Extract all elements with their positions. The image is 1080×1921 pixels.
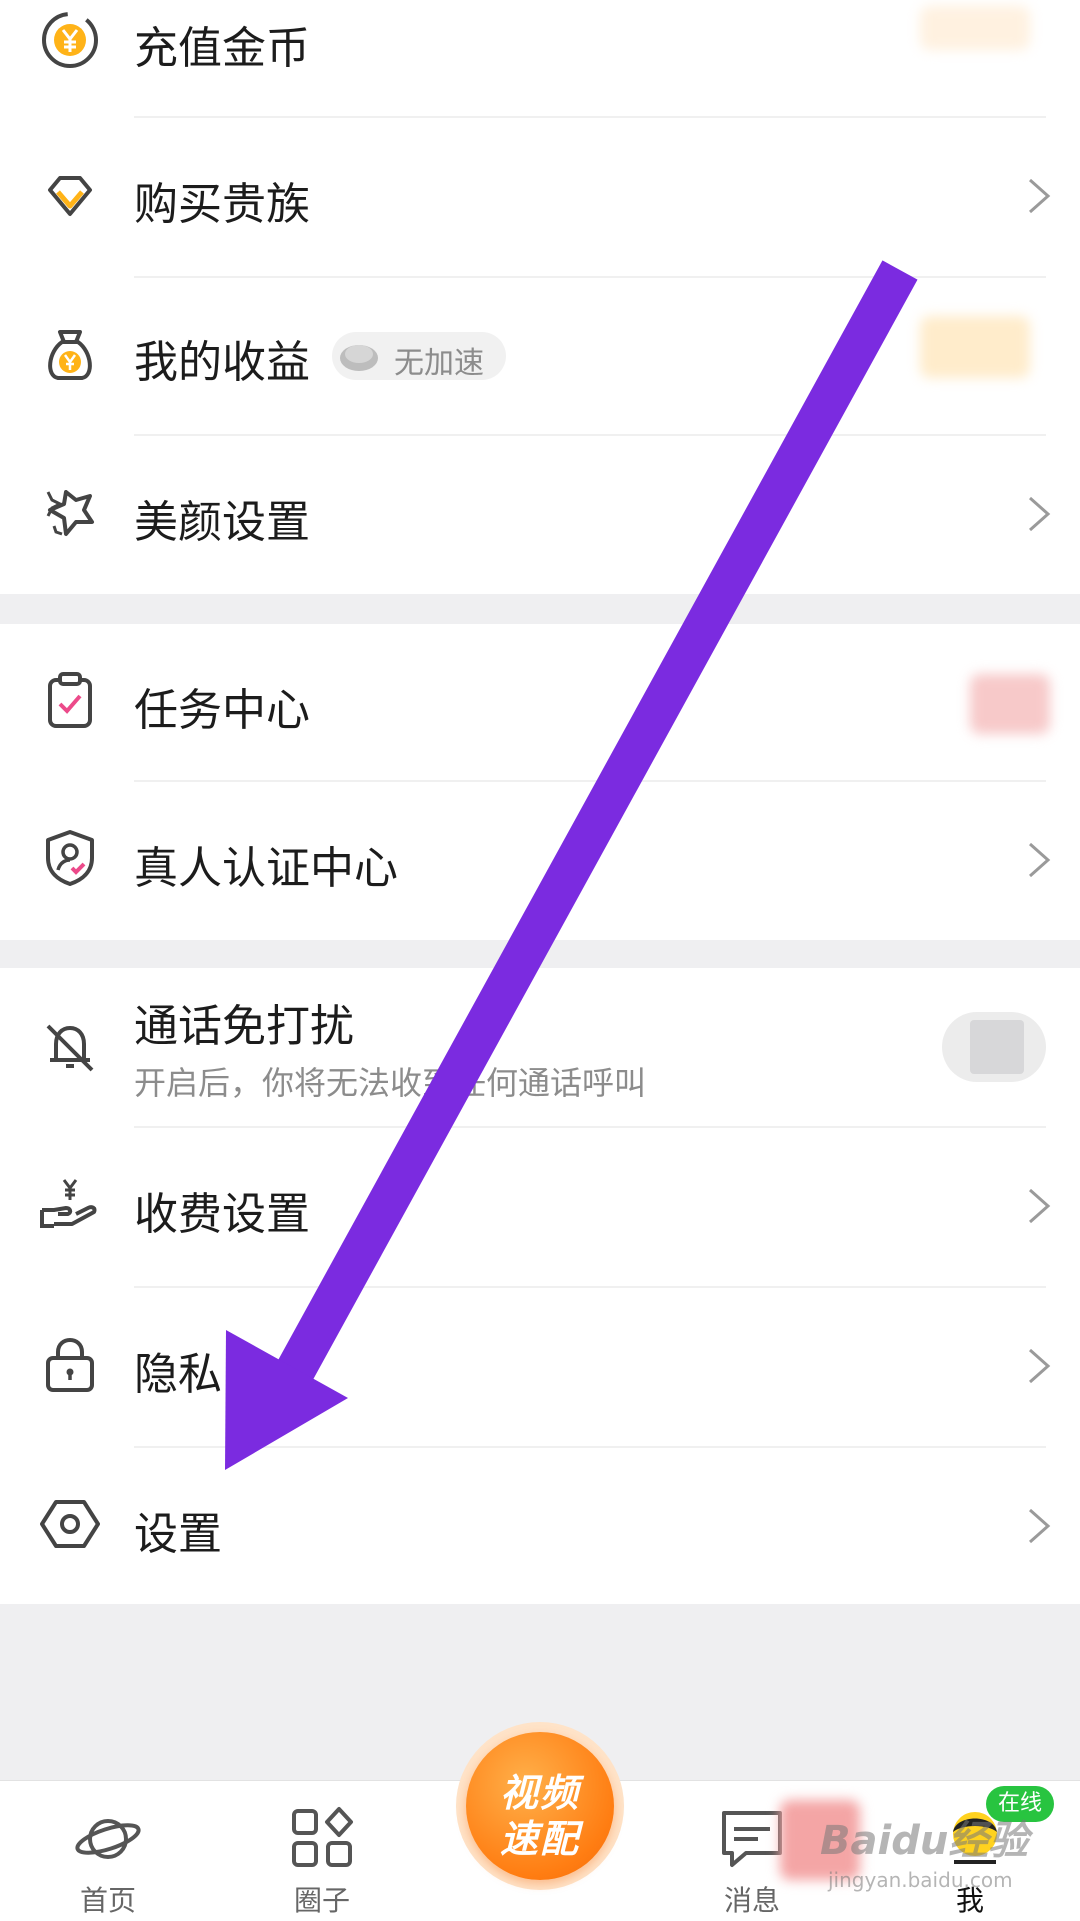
menu-item-label: 设置 <box>134 1509 222 1560</box>
chevron-right-icon <box>1024 492 1054 536</box>
video-match-line2: 速配 <box>499 1817 580 1861</box>
chevron-right-icon <box>1024 174 1054 218</box>
no-boost-text: 无加速 <box>394 346 484 381</box>
toggle-knob <box>970 1020 1024 1074</box>
menu-item-label: 美颜设置 <box>134 497 310 548</box>
video-match-circle: 视频 速配 <box>466 1732 614 1880</box>
menu-item-label: 任务中心 <box>134 685 310 736</box>
menu-item-label: 充值金币 <box>134 23 310 74</box>
menu-item-earnings[interactable]: 我的收益 无加速 <box>0 278 1080 436</box>
blurred-value <box>920 6 1030 50</box>
menu-item-subtitle: 开启后，你将无法收到任何通话呼叫 <box>134 1064 647 1102</box>
baidu-watermark: Baidu经验 <box>820 1818 1029 1864</box>
menu-item-beauty[interactable]: 美颜设置 <box>0 436 1080 594</box>
hand-yen-icon <box>36 1174 104 1242</box>
bell-off-icon <box>36 1012 104 1080</box>
sparkle-icon <box>36 478 104 546</box>
grid-icon <box>284 1803 360 1873</box>
shield-user-icon <box>36 824 104 892</box>
video-match-button[interactable]: 视频 速配 <box>456 1722 624 1890</box>
blurred-value <box>920 316 1030 378</box>
menu-item-buy-noble[interactable]: 购买贵族 <box>0 118 1080 276</box>
no-boost-badge: 无加速 <box>332 332 506 381</box>
clipboard-check-icon <box>36 666 104 734</box>
menu-item-tasks[interactable]: 任务中心 <box>0 624 1080 782</box>
planet-icon <box>70 1803 146 1873</box>
menu-item-settings[interactable]: 设置 <box>0 1448 1080 1604</box>
menu-item-label: 收费设置 <box>134 1189 310 1240</box>
coin-yen-icon <box>36 6 104 74</box>
blurred-value <box>970 674 1050 734</box>
chevron-right-icon <box>1024 838 1054 882</box>
menu-item-verify[interactable]: 真人认证中心 <box>0 782 1080 940</box>
lock-icon <box>36 1330 104 1398</box>
diamond-icon <box>36 162 104 230</box>
menu-item-label: 真人认证中心 <box>134 843 398 894</box>
menu-item-dnd[interactable]: 通话免打扰 开启后，你将无法收到任何通话呼叫 <box>0 968 1080 1126</box>
menu-item-privacy[interactable]: 隐私 <box>0 1288 1080 1446</box>
menu-item-label: 隐私 <box>134 1349 222 1400</box>
menu-item-label: 通话免打扰 <box>134 1001 354 1052</box>
chevron-right-icon <box>1024 1504 1054 1548</box>
cloud-icon <box>336 334 382 378</box>
menu-item-recharge[interactable]: 充值金币 <box>0 0 1080 118</box>
tab-home[interactable]: 首页 <box>48 1781 168 1921</box>
menu-item-fee[interactable]: 收费设置 <box>0 1128 1080 1286</box>
tab-label: 圈子 <box>293 1884 350 1917</box>
chevron-right-icon <box>1024 1344 1054 1388</box>
chat-bubble-icon <box>714 1803 790 1873</box>
money-bag-icon <box>36 320 104 388</box>
tab-label: 首页 <box>79 1884 136 1917</box>
chevron-right-icon <box>1024 1184 1054 1228</box>
baidu-watermark-url: jingyan.baidu.com <box>828 1868 1013 1892</box>
tab-circle[interactable]: 圈子 <box>262 1781 382 1921</box>
menu-item-label: 购买贵族 <box>134 179 310 230</box>
tab-label: 消息 <box>723 1884 780 1917</box>
menu-item-label: 我的收益 <box>134 337 310 388</box>
hexagon-gear-icon <box>36 1490 104 1558</box>
dnd-toggle[interactable] <box>942 1012 1046 1082</box>
